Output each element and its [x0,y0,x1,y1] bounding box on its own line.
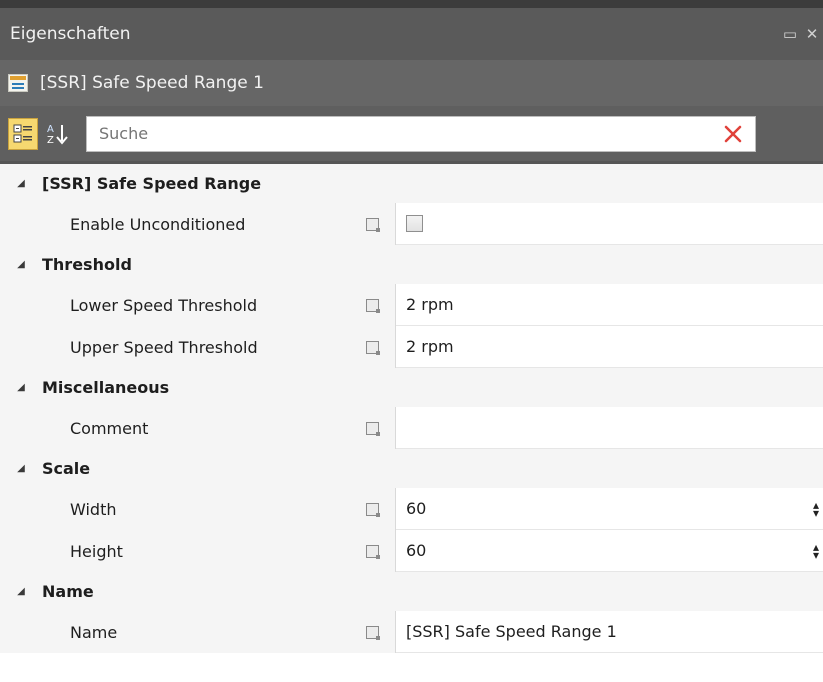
marker-icon [366,502,380,517]
category-label: Miscellaneous [42,378,170,397]
svg-text:Z: Z [47,135,54,146]
property-row: Lower Speed Threshold 2 rpm [0,284,823,326]
property-row: Comment [0,407,823,449]
category-miscellaneous[interactable]: ◢ Miscellaneous [0,368,823,407]
property-row: Upper Speed Threshold 2 rpm [0,326,823,368]
enable-unconditioned-checkbox[interactable] [406,215,423,232]
property-toolbar: A Z [0,106,823,164]
clear-search-icon[interactable] [711,124,755,144]
property-reset-marker[interactable] [350,326,396,368]
property-name: Lower Speed Threshold [0,284,350,326]
category-ssr[interactable]: ◢ [SSR] Safe Speed Range [0,164,823,203]
property-row: Enable Unconditioned [0,203,823,245]
property-name: Comment [0,407,350,449]
property-value[interactable]: 60 ▴ ▾ [396,488,823,530]
sort-az-icon: A Z [47,124,68,146]
marker-icon [366,217,380,232]
alphabetical-sort-button[interactable]: A Z [42,118,72,150]
property-reset-marker[interactable] [350,530,396,572]
height-value[interactable]: 60 [406,541,426,560]
marker-icon [366,625,380,640]
category-threshold[interactable]: ◢ Threshold [0,245,823,284]
property-row: Name [SSR] Safe Speed Range 1 [0,611,823,653]
property-value[interactable]: 2 rpm [396,326,823,368]
restore-icon[interactable]: ▭ [779,25,801,43]
property-name: Name [0,611,350,653]
property-reset-marker[interactable] [350,611,396,653]
selected-object-bar: [SSR] Safe Speed Range 1 [0,60,823,106]
marker-icon [366,544,380,559]
property-value[interactable]: 2 rpm [396,284,823,326]
close-icon[interactable]: ✕ [801,25,823,43]
function-block-icon [8,74,28,92]
property-grid: ◢ [SSR] Safe Speed Range Enable Uncondit… [0,164,823,653]
properties-panel: Eigenschaften ▭ ✕ [SSR] Safe Speed Range… [0,0,823,682]
property-name: Upper Speed Threshold [0,326,350,368]
property-reset-marker[interactable] [350,284,396,326]
marker-icon [366,298,380,313]
category-label: [SSR] Safe Speed Range [42,174,262,193]
collapse-arrow-icon[interactable]: ◢ [0,178,42,189]
category-label: Threshold [42,255,132,274]
category-name[interactable]: ◢ Name [0,572,823,611]
width-value[interactable]: 60 [406,499,426,518]
property-name: Height [0,530,350,572]
property-row: Height 60 ▴ ▾ [0,530,823,572]
panel-title: Eigenschaften [10,24,131,44]
search-box [86,115,756,152]
collapse-arrow-icon[interactable]: ◢ [0,382,42,393]
property-value[interactable]: 60 ▴ ▾ [396,530,823,572]
collapse-arrow-icon[interactable]: ◢ [0,463,42,474]
property-value[interactable] [396,407,823,449]
property-row: Width 60 ▴ ▾ [0,488,823,530]
collapse-arrow-icon[interactable]: ◢ [0,586,42,597]
categorized-icon [13,124,32,142]
height-spinner-icon[interactable]: ▴ ▾ [813,541,819,561]
property-reset-marker[interactable] [350,203,396,245]
panel-titlebar: Eigenschaften ▭ ✕ [0,8,823,60]
category-label: Name [42,582,94,601]
top-strip [0,0,823,8]
property-reset-marker[interactable] [350,488,396,530]
collapse-arrow-icon[interactable]: ◢ [0,259,42,270]
marker-icon [366,421,380,436]
marker-icon [366,340,380,355]
category-scale[interactable]: ◢ Scale [0,449,823,488]
width-spinner-icon[interactable]: ▴ ▾ [813,499,819,519]
property-reset-marker[interactable] [350,407,396,449]
property-value[interactable] [396,203,823,245]
property-value[interactable]: [SSR] Safe Speed Range 1 [396,611,823,653]
property-name: Width [0,488,350,530]
svg-text:A: A [47,124,54,135]
category-label: Scale [42,459,91,478]
search-input[interactable] [87,123,711,144]
selected-object-name: [SSR] Safe Speed Range 1 [40,73,264,93]
categorized-view-button[interactable] [8,117,38,150]
property-name: Enable Unconditioned [0,203,350,245]
